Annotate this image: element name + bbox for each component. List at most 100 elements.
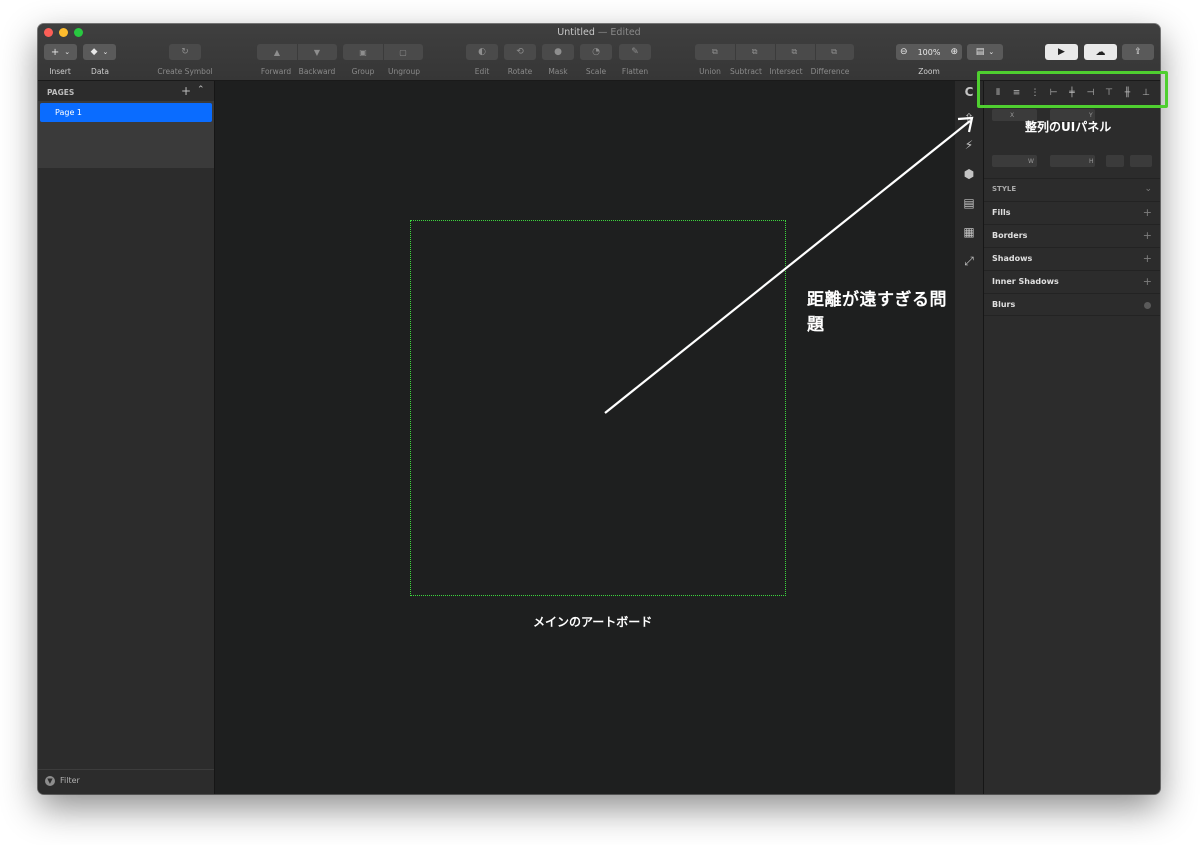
backward-label: Backward	[298, 67, 336, 76]
add-border-icon[interactable]: +	[1143, 229, 1152, 242]
forward-label: Forward	[260, 67, 292, 76]
union-label: Union	[699, 67, 721, 76]
chevron-down-icon[interactable]: ⌄	[1144, 184, 1152, 194]
mask-button[interactable]: ●	[542, 44, 574, 60]
flip-button[interactable]	[1130, 155, 1152, 167]
export-button[interactable]: ⇪	[1122, 44, 1154, 60]
edit-icon: ◐	[478, 47, 486, 57]
flatten-button[interactable]: ✎	[619, 44, 651, 60]
ungroup-label: Ungroup	[387, 67, 421, 76]
inner-shadows-section[interactable]: Inner Shadows +	[984, 270, 1160, 293]
inspector-rail: C ⇧ ⚡ ⬢ ▤ ▦ ⤢	[955, 81, 984, 794]
union-icon[interactable]: ⧉	[695, 47, 735, 57]
subtract-icon[interactable]: ⧉	[735, 47, 775, 57]
group-label: Group	[351, 67, 375, 76]
main-artboard[interactable]	[410, 220, 786, 596]
zoom-label: Zoom	[918, 67, 940, 76]
cloud-button[interactable]: ☁	[1084, 44, 1117, 60]
insert-button[interactable]: + ⌄	[44, 44, 77, 60]
create-symbol-button[interactable]: ↻	[169, 44, 201, 60]
data-label: Data	[91, 67, 109, 76]
craft-icon[interactable]: C	[962, 85, 976, 99]
zoom-value: 100%	[917, 47, 941, 57]
window-title: Untitled — Edited	[38, 27, 1160, 38]
page-item[interactable]: Page 1	[40, 103, 212, 122]
cloud-icon: ☁	[1095, 46, 1106, 58]
document-name: Untitled	[557, 27, 595, 38]
edited-status: — Edited	[597, 27, 641, 38]
style-header: STYLE	[992, 185, 1017, 193]
list-icon[interactable]: ▤	[962, 196, 976, 210]
mask-label: Mask	[548, 67, 568, 76]
scale-icon: ◔	[592, 47, 600, 57]
add-fill-icon[interactable]: +	[1143, 206, 1152, 219]
lock-ratio-button[interactable]	[1106, 155, 1124, 167]
scale-label: Scale	[585, 67, 607, 76]
view-button[interactable]: ▤ ⌄	[967, 44, 1003, 60]
lightning-icon[interactable]: ⚡	[962, 138, 976, 152]
backward-icon[interactable]: ▼	[297, 48, 337, 57]
create-symbol-label: Create Symbol	[157, 67, 213, 76]
filter-icon: ▼	[45, 776, 55, 786]
blurs-title: Blurs	[992, 300, 1016, 309]
borders-section[interactable]: Borders +	[984, 224, 1160, 247]
grid-icon[interactable]: ▦	[962, 225, 976, 239]
segment-divider	[815, 44, 816, 60]
canvas[interactable]: メインのアートボード 距離が遠すぎる問題	[215, 81, 954, 794]
rotate-button[interactable]: ⟲	[504, 44, 536, 60]
group-icon[interactable]: ▣	[343, 48, 383, 57]
zoom-control: ⊖ 100% ⊕	[896, 44, 962, 60]
x-label: X	[1010, 112, 1015, 119]
sketch-window: Untitled — Edited + ⌄ Insert ◆ ⌄ Data ↻ …	[38, 24, 1160, 794]
blurs-section[interactable]: Blurs	[984, 293, 1160, 316]
chevron-up-icon[interactable]: ⌃	[197, 85, 205, 95]
fills-title: Fills	[992, 208, 1011, 217]
intersect-label: Intersect	[769, 67, 803, 76]
shadows-section[interactable]: Shadows +	[984, 247, 1160, 270]
view-icon: ▤	[975, 47, 985, 57]
chevron-down-icon: ⌄	[102, 48, 109, 56]
chevron-down-icon: ⌄	[64, 48, 71, 56]
forward-icon[interactable]: ▲	[257, 48, 297, 57]
ungroup-icon[interactable]: ▢	[383, 48, 423, 57]
filter-label: Filter	[60, 776, 80, 785]
scale-button[interactable]: ◔	[580, 44, 612, 60]
hexagon-icon[interactable]: ⬢	[962, 167, 976, 181]
preview-button[interactable]: ▶	[1045, 44, 1078, 60]
upload-icon[interactable]: ⇧	[962, 111, 976, 125]
w-label: W	[1028, 158, 1034, 165]
zoom-in-icon[interactable]: ⊕	[950, 47, 958, 57]
zoom-out-icon[interactable]: ⊖	[900, 47, 908, 57]
segment-divider	[775, 44, 776, 60]
style-section[interactable]: STYLE ⌄	[984, 178, 1160, 201]
segment-divider	[383, 44, 384, 60]
flatten-label: Flatten	[621, 67, 649, 76]
segment-divider	[297, 44, 298, 60]
blur-toggle[interactable]	[1144, 302, 1151, 309]
intersect-icon[interactable]: ⧉	[775, 47, 815, 57]
insert-label: Insert	[49, 67, 71, 76]
filter-bar[interactable]: ▼ Filter	[38, 769, 214, 794]
fills-section[interactable]: Fills +	[984, 201, 1160, 224]
add-shadow-icon[interactable]: +	[1143, 252, 1152, 265]
add-inner-shadow-icon[interactable]: +	[1143, 275, 1152, 288]
subtract-label: Subtract	[730, 67, 762, 76]
mask-icon: ●	[554, 47, 562, 57]
shadows-title: Shadows	[992, 254, 1033, 263]
rotate-label: Rotate	[507, 67, 533, 76]
difference-label: Difference	[810, 67, 850, 76]
alignment-panel-annotation: 整列のUIパネル	[1025, 120, 1112, 134]
difference-icon[interactable]: ⧉	[814, 47, 854, 57]
alignment-panel-highlight	[977, 71, 1168, 108]
h-label: H	[1089, 158, 1094, 165]
rotate-icon: ⟲	[516, 47, 524, 57]
pages-header: PAGES	[47, 88, 75, 97]
symbol-icon: ↻	[181, 47, 189, 57]
resize-icon[interactable]: ⤢	[962, 254, 976, 268]
edit-button[interactable]: ◐	[466, 44, 498, 60]
data-button[interactable]: ◆ ⌄	[83, 44, 116, 60]
add-page-icon[interactable]: +	[181, 84, 191, 98]
distance-annotation: 距離が遠すぎる問題	[807, 290, 947, 335]
flatten-icon: ✎	[631, 47, 639, 57]
chevron-down-icon: ⌄	[988, 48, 995, 56]
